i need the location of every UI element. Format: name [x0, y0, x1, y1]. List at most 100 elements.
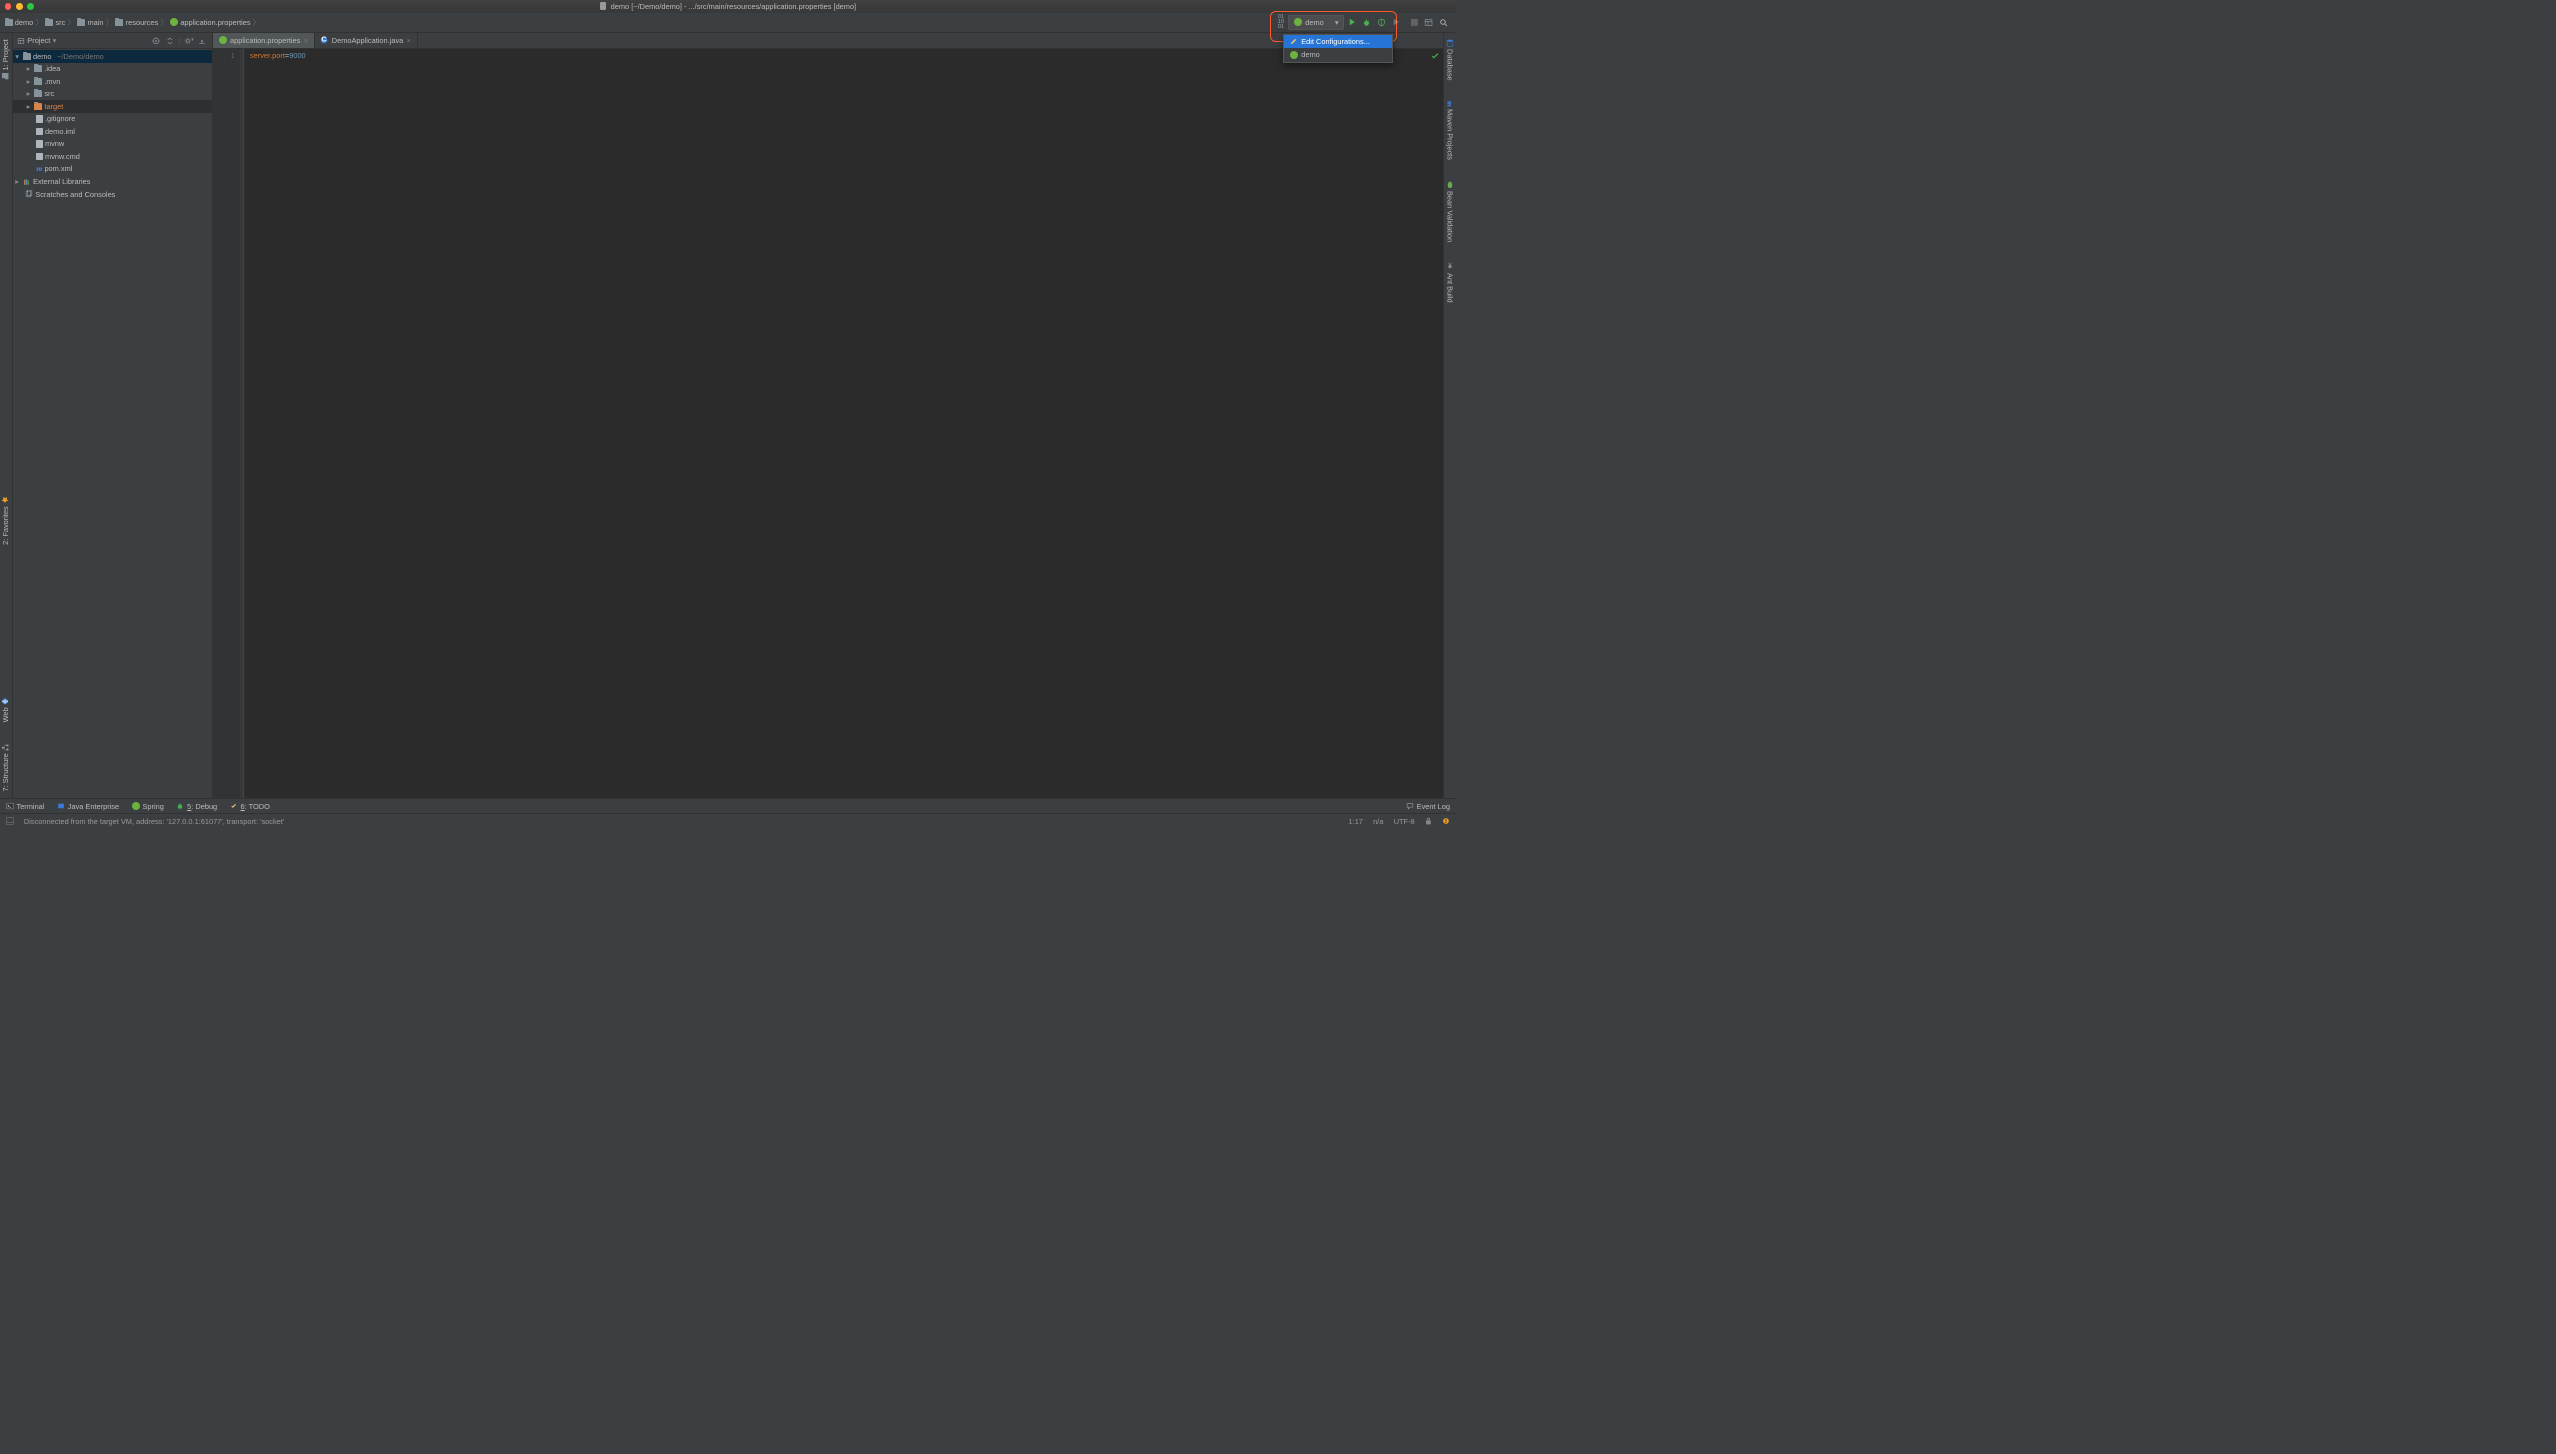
run-config-selector[interactable]: demo ▾	[1288, 15, 1344, 30]
layout-button[interactable]	[1422, 15, 1437, 30]
project-view-selector[interactable]: Project ▾	[17, 36, 147, 45]
project-tool-button[interactable]: 1: Project	[1, 39, 10, 80]
breadcrumb-demo[interactable]: demo	[5, 18, 34, 27]
project-tree[interactable]: ▾ demo ~/Demo/demo ▸ .idea ▸ .mvn ▸	[13, 49, 212, 798]
folder-icon	[34, 78, 42, 85]
inspector-indicator[interactable]	[1442, 817, 1450, 825]
hide-button[interactable]	[197, 35, 207, 45]
caret-position[interactable]: 1:17	[1349, 817, 1363, 826]
spring-icon	[1294, 18, 1302, 26]
run-config-label: demo	[1305, 18, 1324, 27]
dropdown-label: Edit Configurations...	[1301, 37, 1370, 46]
edit-configurations-item[interactable]: Edit Configurations...	[1284, 35, 1391, 49]
tree-item-idea[interactable]: ▸ .idea	[13, 63, 212, 76]
structure-tool-button[interactable]: 7: Structure	[1, 743, 10, 791]
spring-tab[interactable]: Spring	[132, 802, 164, 811]
file-icon	[36, 153, 42, 160]
file-icon	[36, 115, 42, 122]
insert-mode[interactable]: n/a	[1373, 817, 1383, 826]
line-gutter: 1	[213, 49, 241, 798]
tree-root[interactable]: ▾ demo ~/Demo/demo	[13, 50, 212, 63]
tree-item-target[interactable]: ▸ target	[13, 100, 212, 113]
terminal-tab[interactable]: Terminal	[6, 802, 45, 811]
maximize-window-button[interactable]	[27, 3, 34, 10]
debug-button[interactable]	[1359, 15, 1374, 30]
javaee-icon	[57, 802, 65, 810]
lock-indicator[interactable]	[1425, 817, 1432, 825]
editor-tab-demoapp[interactable]: C DemoApplication.java ×	[315, 33, 418, 48]
bottom-tool-tabs: Terminal Java Enterprise Spring 55: Debu…	[0, 798, 1456, 813]
tree-item-mvnw[interactable]: mvnw	[13, 138, 212, 151]
tree-item-mvnwcmd[interactable]: mvnw.cmd	[13, 150, 212, 163]
tree-item-external-libs[interactable]: ▸ External Libraries	[13, 175, 212, 188]
profile-button[interactable]	[1389, 15, 1404, 30]
folder-icon	[115, 19, 123, 26]
panel-title-label: Project	[27, 36, 50, 45]
search-everywhere-button[interactable]	[1436, 15, 1451, 30]
file-icon	[600, 2, 607, 9]
favorites-tool-button[interactable]: 2: Favorites	[1, 496, 10, 545]
tab-label: DemoApplication.java	[332, 36, 403, 45]
config-item-demo[interactable]: demo	[1284, 48, 1391, 62]
tree-item-gitignore[interactable]: .gitignore	[13, 113, 212, 126]
editor-tab-properties[interactable]: application.properties ×	[213, 33, 315, 48]
expand-arrow[interactable]: ▸	[25, 89, 32, 98]
expand-arrow[interactable]: ▸	[25, 102, 32, 111]
run-button[interactable]	[1344, 15, 1359, 30]
minimize-window-button[interactable]	[16, 3, 23, 10]
javaee-tab[interactable]: Java Enterprise	[57, 802, 119, 811]
close-tab-button[interactable]: ×	[304, 36, 308, 45]
editor-tabs: application.properties × C DemoApplicati…	[213, 33, 1443, 49]
breadcrumb-main[interactable]: main	[77, 18, 103, 27]
chevron-down-icon: ▾	[1335, 18, 1339, 27]
expand-arrow[interactable]: ▸	[25, 77, 32, 86]
encoding-indicator[interactable]: UTF-8	[1394, 817, 1415, 826]
web-tool-button[interactable]: Web	[1, 697, 10, 722]
tree-item-demoiml[interactable]: demo.iml	[13, 125, 212, 138]
debug-tab[interactable]: 55: Debug: Debug	[176, 802, 217, 811]
breadcrumb-src[interactable]: src	[45, 18, 65, 27]
tree-item-pom[interactable]: m pom.xml	[13, 163, 212, 176]
maven-tool-button[interactable]: m Maven Projects	[1445, 101, 1454, 160]
star-icon	[2, 496, 10, 504]
database-tool-button[interactable]: Database	[1445, 39, 1454, 81]
close-tab-button[interactable]: ×	[407, 36, 411, 45]
maven-icon: m	[36, 164, 42, 173]
folder-icon	[5, 19, 13, 26]
spring-icon	[1290, 51, 1298, 59]
svg-text:C: C	[322, 36, 328, 44]
collapse-button[interactable]	[165, 35, 175, 45]
tree-item-src[interactable]: ▸ src	[13, 88, 212, 101]
tree-item-scratches[interactable]: Scratches and Consoles	[13, 188, 212, 201]
breadcrumb-resources[interactable]: resources	[115, 18, 158, 27]
status-icon[interactable]	[6, 817, 14, 825]
code-editor[interactable]: server.port=9000	[245, 49, 1443, 798]
build-button[interactable]: 011001	[1274, 15, 1289, 30]
folder-icon	[34, 90, 42, 97]
close-window-button[interactable]	[5, 3, 12, 10]
bean-validation-tool-button[interactable]: Bean Validation	[1445, 181, 1454, 242]
expand-arrow[interactable]: ▸	[25, 64, 32, 73]
window-title: demo [~/Demo/demo] - .../src/main/resour…	[0, 2, 1456, 11]
coverage-button[interactable]	[1374, 15, 1389, 30]
chevron-down-icon: ▾	[53, 36, 57, 45]
stop-button[interactable]	[1407, 15, 1422, 30]
inspection-indicator[interactable]	[1431, 52, 1439, 60]
ant-tool-button[interactable]: Ant Build	[1445, 262, 1454, 302]
event-log-tab[interactable]: Event Log	[1406, 802, 1450, 811]
tree-item-mvn[interactable]: ▸ .mvn	[13, 75, 212, 88]
expand-arrow[interactable]: ▸	[14, 177, 21, 186]
project-panel: Project ▾ | ▾ ▾ demo ~/Demo/demo ▸	[13, 33, 213, 798]
folder-icon	[77, 19, 85, 26]
breadcrumb-file[interactable]: application.properties	[170, 18, 251, 27]
breadcrumbs: demo〉 src〉 main〉 resources〉 application.…	[5, 17, 1274, 28]
todo-tab[interactable]: 66: TODO: TODO	[230, 802, 270, 811]
status-message: Disconnected from the target VM, address…	[24, 817, 1338, 826]
spring-icon	[170, 18, 178, 26]
run-config-dropdown: Edit Configurations... demo	[1283, 34, 1392, 63]
folder-icon	[34, 65, 42, 72]
expand-arrow[interactable]: ▾	[14, 52, 21, 61]
locate-button[interactable]	[151, 35, 161, 45]
file-icon	[36, 128, 42, 135]
settings-button[interactable]: ▾	[184, 35, 194, 45]
